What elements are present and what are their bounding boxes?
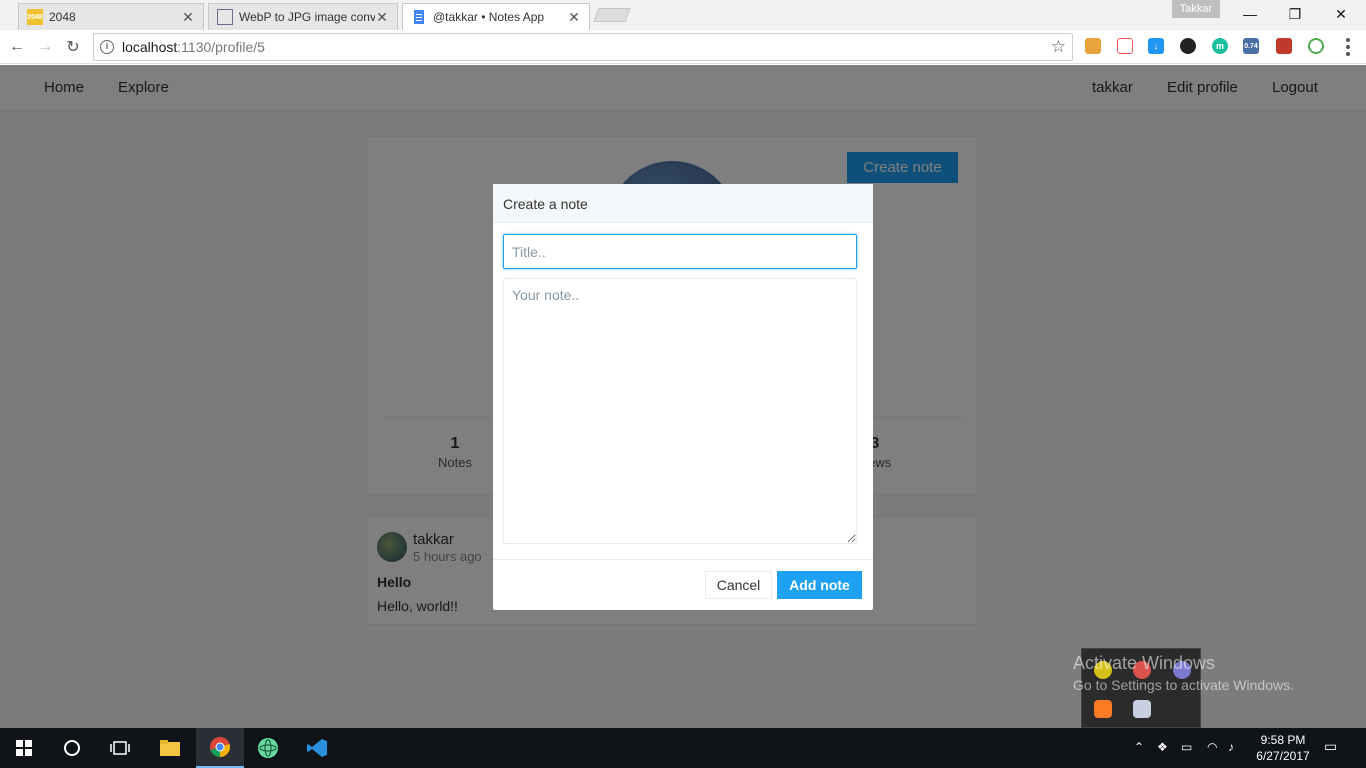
activate-windows-watermark: Activate Windows <box>1073 653 1216 673</box>
create-note-modal: Create a note Cancel Add note <box>493 184 873 610</box>
search-circle-icon <box>64 740 80 756</box>
taskbar-clock[interactable]: 9:58 PM 6/27/2017 <box>1252 732 1314 764</box>
wifi-icon[interactable]: ◠ <box>1207 740 1217 754</box>
back-arrow-icon[interactable]: ← <box>6 36 28 58</box>
address-bar[interactable]: i localhost:1130/profile/5 ☆ <box>93 33 1073 61</box>
file-explorer-button[interactable] <box>146 728 194 768</box>
xampp-icon[interactable] <box>1094 700 1112 718</box>
extension-circle-icon[interactable] <box>1308 38 1324 54</box>
tab-title: @takkar • Notes App <box>433 10 545 24</box>
page-content: Home Explore takkar Edit profile Logout … <box>0 65 1366 728</box>
close-icon[interactable]: ✕ <box>567 9 581 26</box>
reload-icon[interactable]: ↻ <box>62 36 84 58</box>
tab-webp-converter[interactable]: WebP to JPG image conv ✕ <box>208 3 398 30</box>
add-note-button[interactable]: Add note <box>777 571 862 599</box>
modal-header: Create a note <box>493 184 873 223</box>
tab-2048[interactable]: 2048 2048 ✕ <box>18 3 204 30</box>
cortana-button[interactable] <box>48 728 96 768</box>
modal-title: Create a note <box>503 196 588 212</box>
windows-icon <box>16 740 32 756</box>
game-2048-icon: 2048 <box>27 9 43 25</box>
note-textarea[interactable] <box>503 278 857 544</box>
chrome-taskbar-button[interactable] <box>196 728 244 768</box>
document-icon <box>411 9 427 25</box>
tab-notes-app[interactable]: @takkar • Notes App ✕ <box>402 3 590 30</box>
extension-red-icon[interactable] <box>1276 38 1292 54</box>
restore-button[interactable]: ❐ <box>1272 0 1318 28</box>
minimize-button[interactable]: — <box>1227 0 1273 28</box>
modal-footer: Cancel Add note <box>493 559 873 610</box>
image-converter-icon <box>217 9 233 25</box>
start-button[interactable] <box>0 728 48 768</box>
extension-pencil-icon[interactable] <box>1085 38 1101 54</box>
battery-icon[interactable]: ▭ <box>1181 740 1192 754</box>
tab-title: WebP to JPG image conv <box>239 10 375 24</box>
volume-icon[interactable]: ♪ <box>1228 740 1234 754</box>
extension-notepad-icon[interactable] <box>1117 38 1133 54</box>
url-path: :1130/profile/5 <box>177 39 265 55</box>
close-icon[interactable]: ✕ <box>181 9 195 26</box>
taskbar: ⌃ ❖ ▭ ◠ ♪ 9:58 PM 6/27/2017 ▭ <box>0 728 1366 768</box>
browser-tab-bar: 2048 2048 ✕ WebP to JPG image conv ✕ @ta… <box>0 0 1366 30</box>
close-icon[interactable]: ✕ <box>375 9 389 26</box>
new-tab-button[interactable] <box>593 8 631 22</box>
cancel-button[interactable]: Cancel <box>705 571 772 599</box>
info-icon[interactable]: i <box>100 40 114 54</box>
task-view-button[interactable] <box>96 728 144 768</box>
browser-menu-icon[interactable] <box>1343 38 1353 56</box>
clock-time: 9:58 PM <box>1260 733 1306 747</box>
notification-icon[interactable]: ▭ <box>1324 738 1337 755</box>
activate-windows-subtext: Go to Settings to activate Windows. <box>1073 677 1294 693</box>
atom-icon <box>258 738 278 758</box>
tray-app-icon[interactable] <box>1133 700 1151 718</box>
atom-taskbar-button[interactable] <box>244 728 292 768</box>
extension-m-icon[interactable]: m <box>1212 38 1228 54</box>
vscode-taskbar-button[interactable] <box>293 728 341 768</box>
window-user-badge: Takkar <box>1172 0 1220 18</box>
chrome-icon <box>210 737 230 757</box>
extension-dark-icon[interactable] <box>1180 38 1196 54</box>
title-input[interactable] <box>503 234 857 269</box>
browser-toolbar: ← → ↻ i localhost:1130/profile/5 ☆ ↓ m 0… <box>0 30 1366 64</box>
tab-title: 2048 <box>49 10 76 24</box>
url-host: localhost <box>122 39 178 55</box>
close-window-button[interactable]: ✕ <box>1318 0 1364 28</box>
vscode-icon <box>307 739 327 757</box>
download-icon[interactable]: ↓ <box>1148 38 1164 54</box>
clock-date: 6/27/2017 <box>1256 749 1310 763</box>
dropbox-icon[interactable]: ❖ <box>1157 740 1168 754</box>
chevron-up-icon[interactable]: ⌃ <box>1134 740 1144 754</box>
forward-arrow-icon[interactable]: → <box>34 36 56 58</box>
folder-icon <box>160 740 180 756</box>
extension-meter-icon[interactable]: 0.74 <box>1243 38 1259 54</box>
bookmark-star-icon[interactable]: ☆ <box>1051 37 1066 57</box>
task-view-icon <box>110 741 130 755</box>
